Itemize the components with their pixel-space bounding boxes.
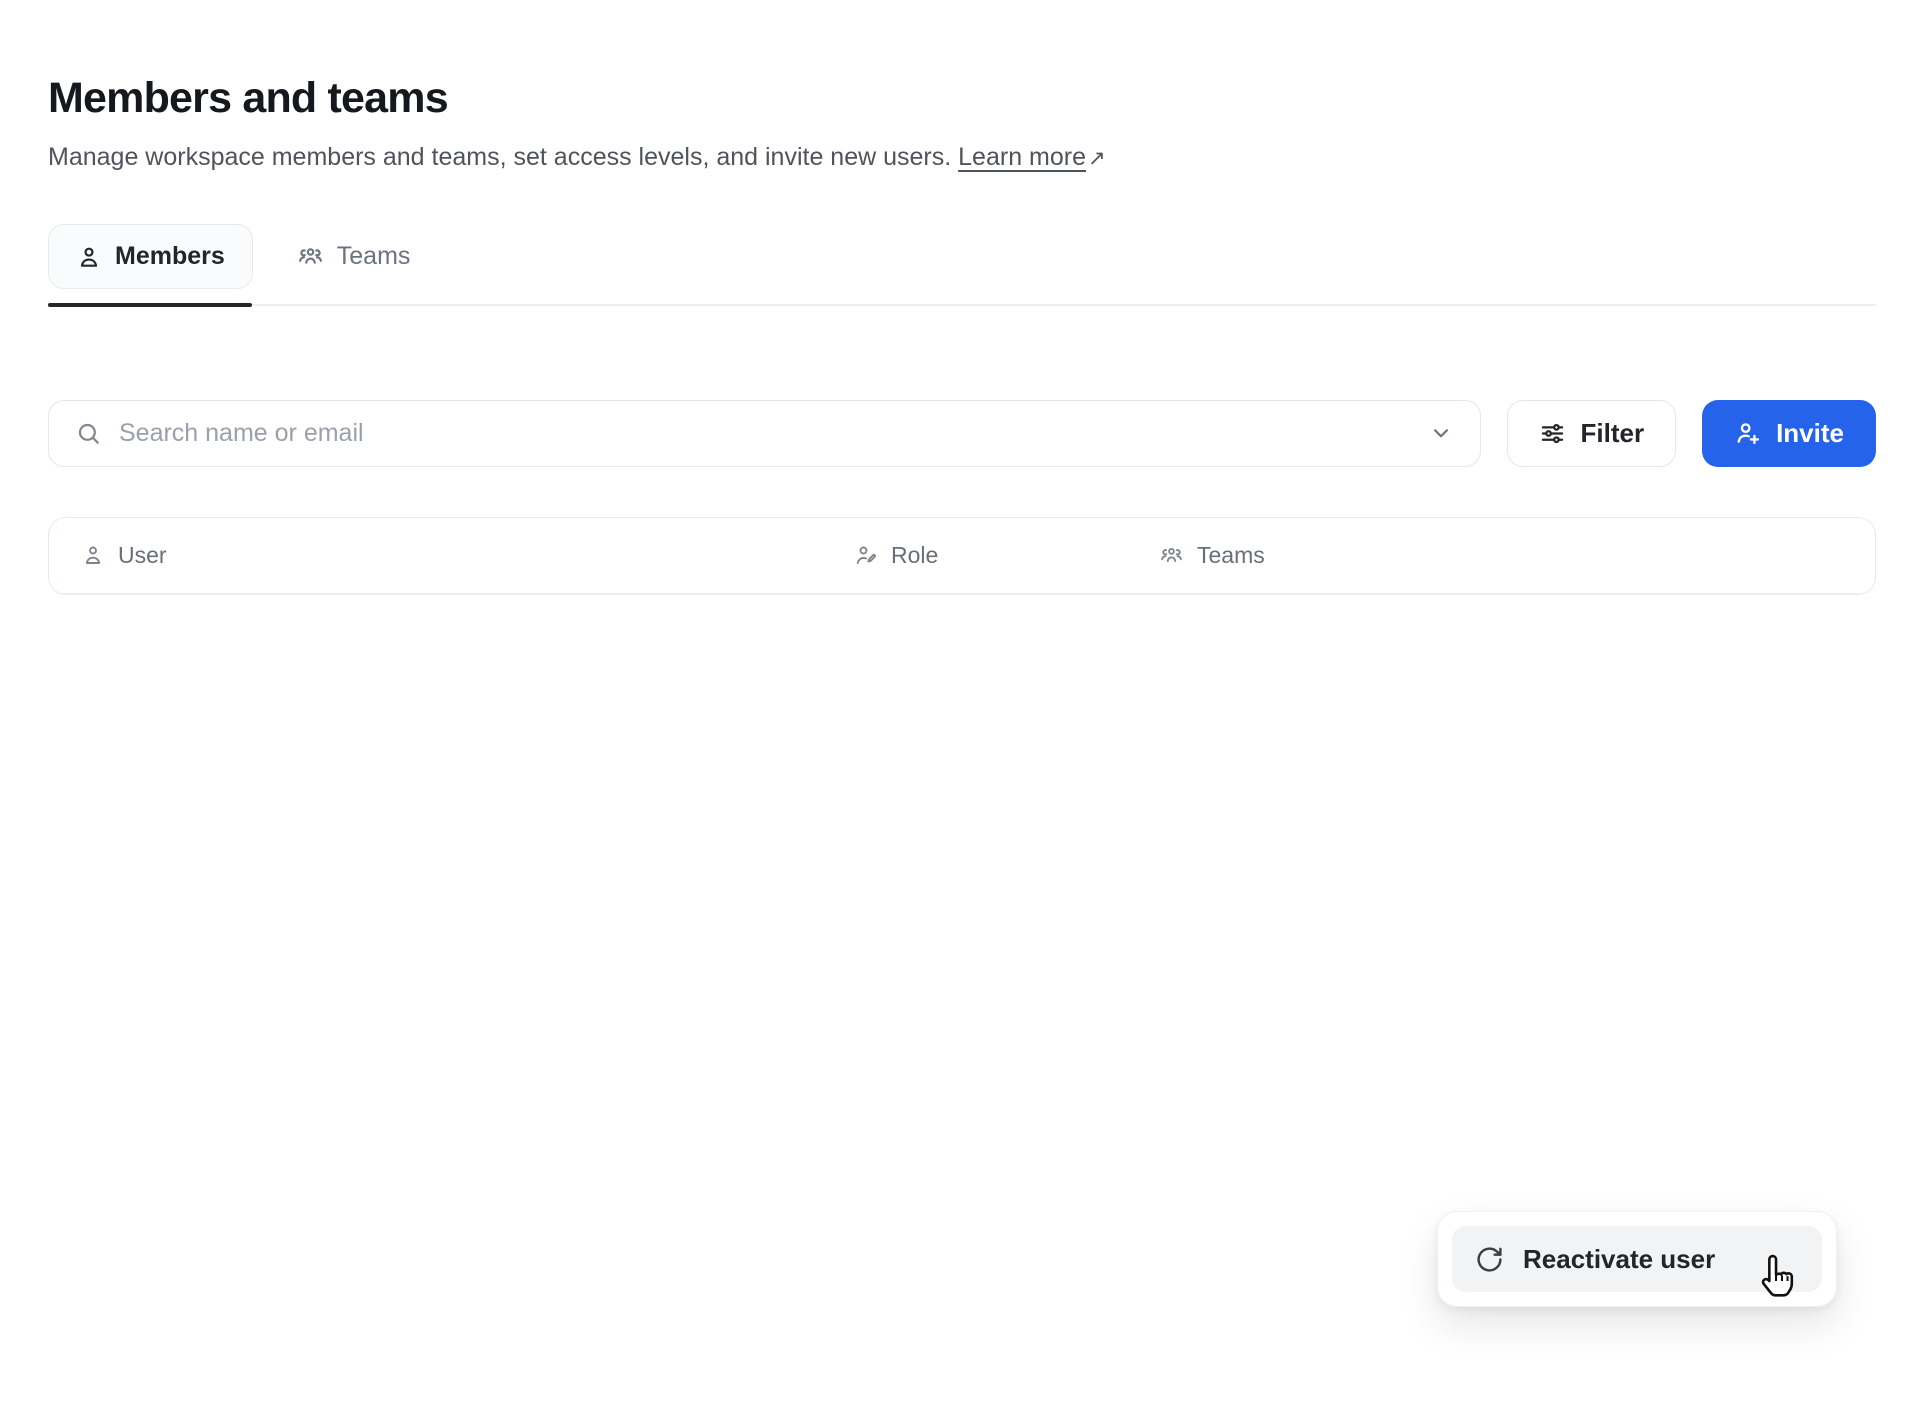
row-context-menu: Reactivate user [1437, 1211, 1837, 1307]
user-icon [76, 244, 102, 270]
sliders-icon [1539, 420, 1566, 447]
search-box[interactable] [48, 400, 1481, 467]
page-subtitle: Manage workspace members and teams, set … [48, 143, 1876, 172]
learn-more-link[interactable]: Learn more [958, 143, 1086, 171]
search-input[interactable] [119, 419, 1411, 448]
user-plus-icon [1734, 419, 1762, 447]
members-and-teams-page: Members and teams Manage workspace membe… [0, 0, 1920, 595]
menu-item-label: Reactivate user [1523, 1244, 1715, 1275]
external-link-arrow-icon: ↗ [1088, 146, 1106, 171]
refresh-icon [1475, 1245, 1504, 1274]
active-tab-indicator [48, 303, 252, 307]
tab-members[interactable]: Members [48, 224, 253, 289]
user-icon [81, 543, 105, 567]
filter-button[interactable]: Filter [1507, 400, 1677, 467]
members-table: User Role Teams [48, 517, 1876, 595]
tab-teams[interactable]: Teams [297, 242, 411, 271]
chevron-down-icon[interactable] [1428, 420, 1454, 446]
user-pen-icon [854, 543, 878, 567]
search-icon [75, 420, 102, 447]
invite-button[interactable]: Invite [1702, 400, 1876, 467]
column-header-user-label: User [118, 542, 167, 569]
table-header-row: User Role Teams [49, 518, 1875, 594]
page-title: Members and teams [48, 74, 1876, 123]
menu-item-reactivate-user[interactable]: Reactivate user [1452, 1226, 1822, 1292]
filter-button-label: Filter [1581, 418, 1645, 449]
tab-bar: Members Teams [48, 224, 1876, 289]
column-header-user: User [81, 542, 854, 569]
column-header-role-label: Role [891, 542, 938, 569]
subtitle-text: Manage workspace members and teams, set … [48, 143, 951, 171]
tabs-divider [48, 304, 1876, 306]
tab-teams-label: Teams [337, 242, 411, 271]
invite-button-label: Invite [1776, 418, 1844, 449]
column-header-teams: Teams [1159, 542, 1805, 569]
users-icon [297, 243, 324, 270]
toolbar: Filter Invite [48, 400, 1876, 467]
users-icon [1159, 543, 1184, 568]
column-header-role: Role [854, 542, 1159, 569]
column-header-teams-label: Teams [1197, 542, 1265, 569]
tab-members-label: Members [115, 242, 225, 271]
